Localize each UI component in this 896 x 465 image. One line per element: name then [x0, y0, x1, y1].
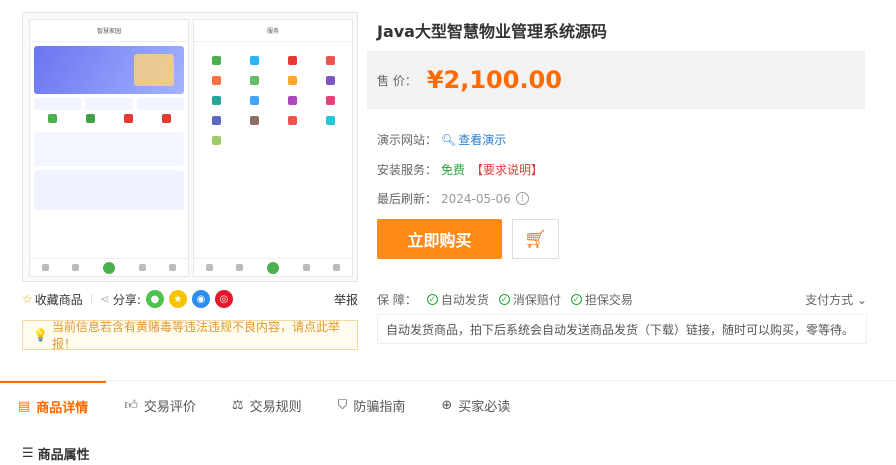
guarantee-tag: ✓ 自动发货 — [426, 291, 489, 308]
favorite-button[interactable]: ☆ 收藏商品 — [22, 291, 83, 308]
price-box: 售 价： ¥2,100.00 — [367, 51, 865, 109]
favorite-label: 收藏商品 — [34, 292, 83, 307]
phone-banner — [34, 46, 184, 94]
tab-buyer-must-read[interactable]: ⊕ 买家必读 — [423, 381, 528, 429]
list-search-icon: ☰ — [22, 446, 34, 461]
shield-icon: ⛉ — [337, 397, 348, 413]
check-icon: ✓ — [570, 294, 582, 305]
weibo-icon[interactable]: ◎ — [214, 290, 233, 308]
payment-methods-dropdown[interactable]: 支付方式 ⌄ — [805, 291, 867, 308]
tab-rules[interactable]: ⚖︎ 交易规则 — [214, 381, 320, 429]
add-to-cart-button[interactable]: 🛒︎ — [512, 219, 559, 259]
buy-now-button[interactable]: 立即购买 — [377, 219, 502, 259]
share-bar: ☆ 收藏商品 ⋖ 分享: ● ★ ◉ ◎ 举报 — [22, 289, 358, 309]
install-row: 安装服务： 免费 【要求说明】 — [377, 161, 543, 178]
refresh-row: 最后刷新： 2024-05-06 ! — [377, 190, 529, 207]
price-label: 售 价： — [377, 73, 417, 88]
guarantee-description: 自动发货商品，拍下后系统会自动发送商品发货（下载）链接，随时可以购买，零等待。 — [377, 314, 867, 344]
tab-details[interactable]: ▤ 商品详情 — [0, 381, 107, 429]
report-link[interactable]: 举报 — [334, 291, 358, 308]
demo-row: 演示网站： 🔍︎ 查看演示 — [377, 131, 506, 148]
demo-link[interactable]: 查看演示 — [458, 131, 506, 148]
install-value: 免费 — [441, 163, 466, 177]
qq-icon[interactable]: ◉ — [191, 290, 210, 308]
guarantee-row: 保 障： ✓ 自动发货 ✓ 消保赔付 ✓ 担保交易 支付方式 ⌄ — [377, 291, 867, 308]
chevron-down-icon: ⌄ — [856, 293, 867, 307]
star-icon: ☆ — [22, 292, 33, 306]
info-icon[interactable]: ! — [515, 192, 529, 205]
phone-home-title: 智慧家园 — [30, 20, 188, 42]
report-notice[interactable]: 💡 当前信息若含有黄赌毒等违法违规不良内容，请点此举报！ — [22, 320, 358, 351]
guarantee-tag: ✓ 担保交易 — [570, 291, 633, 308]
check-icon: ✓ — [498, 294, 510, 305]
list-icon: ▤ — [18, 398, 31, 414]
scale-icon: ⚖︎ — [231, 397, 244, 413]
check-icon: ✓ — [426, 294, 438, 305]
screenshot-phone-service: 服务 — [193, 19, 353, 277]
product-title: Java大型智慧物业管理系统源码 — [377, 22, 607, 41]
install-label: 安装服务： — [377, 163, 438, 177]
notice-text: 当前信息若含有黄赌毒等违法违规不良内容，请点此举报！ — [51, 320, 340, 351]
tab-anti-fraud[interactable]: ⛉ 防骗指南 — [320, 381, 424, 429]
share-label: 分享: — [112, 292, 141, 307]
thumb-up-icon: 👍︎ — [124, 397, 138, 413]
demo-label: 演示网站： — [377, 133, 438, 147]
install-requirements-link[interactable]: 【要求说明】 — [471, 161, 543, 178]
plus-circle-icon: ⊕ — [441, 397, 453, 413]
screenshot-phone-home: 智慧家园 — [29, 19, 189, 277]
phone-service-title: 服务 — [194, 20, 352, 42]
lightbulb-icon: 💡 — [33, 328, 48, 342]
guarantee-tag: ✓ 消保赔付 — [498, 291, 561, 308]
cart-icon: 🛒︎ — [524, 228, 547, 250]
guarantee-label: 保 障： — [377, 293, 417, 307]
wechat-icon[interactable]: ● — [145, 290, 164, 308]
refresh-label: 最后刷新： — [377, 192, 438, 206]
qzone-icon[interactable]: ★ — [168, 290, 187, 308]
search-icon: 🔍︎ — [441, 132, 457, 147]
tab-reviews[interactable]: 👍︎ 交易评价 — [106, 381, 214, 429]
section-title: ☰ 商品属性 — [22, 446, 90, 463]
product-image-gallery[interactable]: 智慧家园 服务 — [22, 12, 358, 282]
refresh-date: 2024-05-06 — [441, 191, 511, 206]
price-value: ¥2,100.00 — [426, 66, 562, 94]
share-icon: ⋖ — [99, 292, 110, 306]
detail-tabs: ▤ 商品详情 👍︎ 交易评价 ⚖︎ 交易规则 ⛉ 防骗指南 ⊕ 买家必读 — [0, 381, 896, 429]
